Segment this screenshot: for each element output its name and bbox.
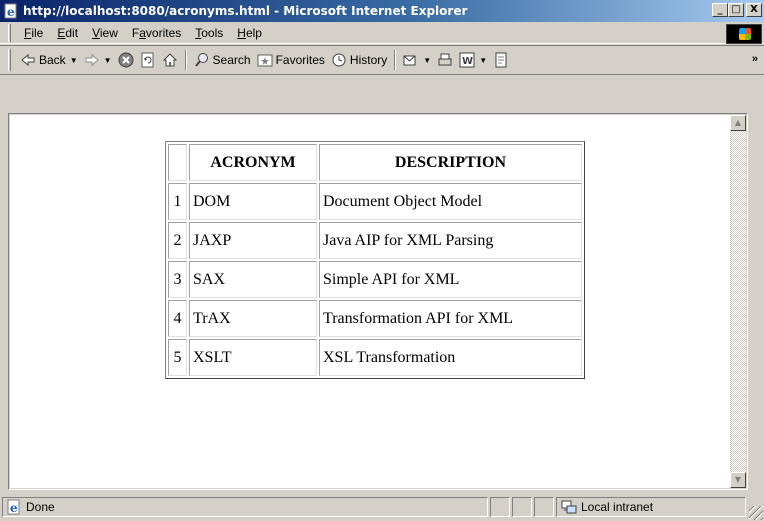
ie-page-icon: e (6, 499, 22, 515)
search-label: Search (212, 53, 251, 67)
svg-text:e: e (10, 501, 18, 515)
svg-text:W: W (462, 56, 473, 67)
back-label: Back (39, 53, 66, 67)
mail-button[interactable]: ▼ (400, 50, 434, 70)
status-progress-panel (490, 497, 510, 517)
print-icon (437, 52, 453, 68)
menu-bar: File Edit View Favorites Tools Help (0, 22, 764, 44)
search-icon (194, 52, 210, 68)
svg-text:e: e (7, 5, 15, 19)
menu-file[interactable]: File (17, 24, 50, 42)
search-button[interactable]: Search (191, 50, 254, 70)
favorites-button[interactable]: Favorites (254, 50, 328, 70)
description-cell: XSL Transformation (319, 339, 582, 376)
ie-page-icon: e (3, 3, 19, 19)
acronym-cell: DOM (189, 183, 317, 220)
row-number: 2 (168, 222, 187, 259)
header-description: DESCRIPTION (319, 144, 582, 181)
standard-toolbar: Back ▼ ▼ Search Favorites History ▼ W ▼ … (0, 45, 764, 75)
mail-icon (403, 52, 419, 68)
forward-arrow-icon (84, 52, 100, 68)
menu-favorites[interactable]: Favorites (125, 24, 188, 42)
security-zone-panel[interactable]: Local intranet (556, 497, 746, 517)
toolbar-overflow-chevron[interactable]: » (752, 53, 758, 65)
table-row: 4 TrAX Transformation API for XML (168, 300, 582, 337)
menu-tools[interactable]: Tools (188, 24, 230, 42)
scroll-down-button[interactable]: ▼ (730, 472, 746, 488)
minimize-button[interactable]: _ (712, 3, 728, 17)
description-cell: Java AIP for XML Parsing (319, 222, 582, 259)
favorites-icon (257, 52, 273, 68)
status-text: Done (26, 500, 55, 514)
status-bar: e Done Local intranet (0, 495, 764, 521)
menu-edit[interactable]: Edit (50, 24, 85, 42)
mail-dropdown-icon[interactable]: ▼ (423, 56, 431, 65)
table-row: 1 DOM Document Object Model (168, 183, 582, 220)
discuss-icon (493, 52, 509, 68)
window-title: http://localhost:8080/acronyms.html - Mi… (23, 4, 468, 18)
menu-help[interactable]: Help (230, 24, 269, 42)
home-button[interactable] (159, 50, 181, 70)
header-blank-cell (168, 144, 187, 181)
refresh-button[interactable] (137, 50, 159, 70)
status-extra-panel (534, 497, 554, 517)
title-bar[interactable]: e http://localhost:8080/acronyms.html - … (0, 0, 764, 22)
back-arrow-icon (20, 52, 36, 68)
edit-icon: W (459, 52, 475, 68)
favorites-label: Favorites (275, 53, 325, 67)
edit-dropdown-icon[interactable]: ▼ (479, 56, 487, 65)
acronym-cell: SAX (189, 261, 317, 298)
refresh-icon (140, 52, 156, 68)
status-main-panel: e Done (2, 497, 488, 517)
status-security-panel (512, 497, 532, 517)
history-button[interactable]: History (328, 50, 390, 70)
description-cell: Simple API for XML (319, 261, 582, 298)
row-number: 4 (168, 300, 187, 337)
description-cell: Document Object Model (319, 183, 582, 220)
header-acronym: ACRONYM (189, 144, 317, 181)
table-header-row: ACRONYM DESCRIPTION (168, 144, 582, 181)
security-zone-label: Local intranet (581, 500, 654, 514)
close-button[interactable]: X (746, 3, 762, 17)
acronym-cell: XSLT (189, 339, 317, 376)
page-viewport: ACRONYM DESCRIPTION 1 DOM Document Objec… (8, 113, 748, 490)
acronym-cell: TrAX (189, 300, 317, 337)
row-number: 1 (168, 183, 187, 220)
stop-button[interactable] (115, 50, 137, 70)
table-row: 2 JAXP Java AIP for XML Parsing (168, 222, 582, 259)
description-cell: Transformation API for XML (319, 300, 582, 337)
vertical-scrollbar[interactable]: ▲ ▼ (730, 115, 746, 488)
history-label: History (349, 53, 388, 67)
table-row: 3 SAX Simple API for XML (168, 261, 582, 298)
back-dropdown-icon[interactable]: ▼ (70, 56, 78, 65)
toolbar-separator (184, 50, 187, 70)
menubar-grip[interactable] (8, 23, 11, 42)
print-button[interactable] (434, 50, 456, 70)
stop-icon (118, 52, 134, 68)
back-button[interactable]: Back ▼ (17, 50, 81, 70)
edit-button[interactable]: W ▼ (456, 50, 490, 70)
forward-button[interactable]: ▼ (81, 50, 115, 70)
resize-grip[interactable] (749, 506, 763, 520)
history-icon (331, 52, 347, 68)
forward-dropdown-icon[interactable]: ▼ (104, 56, 112, 65)
acronym-cell: JAXP (189, 222, 317, 259)
page-content: ACRONYM DESCRIPTION 1 DOM Document Objec… (10, 115, 732, 488)
scroll-up-button[interactable]: ▲ (730, 115, 746, 131)
home-icon (162, 52, 178, 68)
discuss-button[interactable] (490, 50, 512, 70)
menu-view[interactable]: View (85, 24, 125, 42)
row-number: 3 (168, 261, 187, 298)
table-row: 5 XSLT XSL Transformation (168, 339, 582, 376)
acronyms-table: ACRONYM DESCRIPTION 1 DOM Document Objec… (165, 141, 585, 379)
toolbar-grip[interactable] (8, 49, 11, 71)
windows-logo-icon (726, 24, 762, 44)
toolbar-separator (394, 50, 397, 70)
maximize-button[interactable]: □ (728, 3, 744, 17)
row-number: 5 (168, 339, 187, 376)
local-intranet-icon (561, 499, 577, 515)
